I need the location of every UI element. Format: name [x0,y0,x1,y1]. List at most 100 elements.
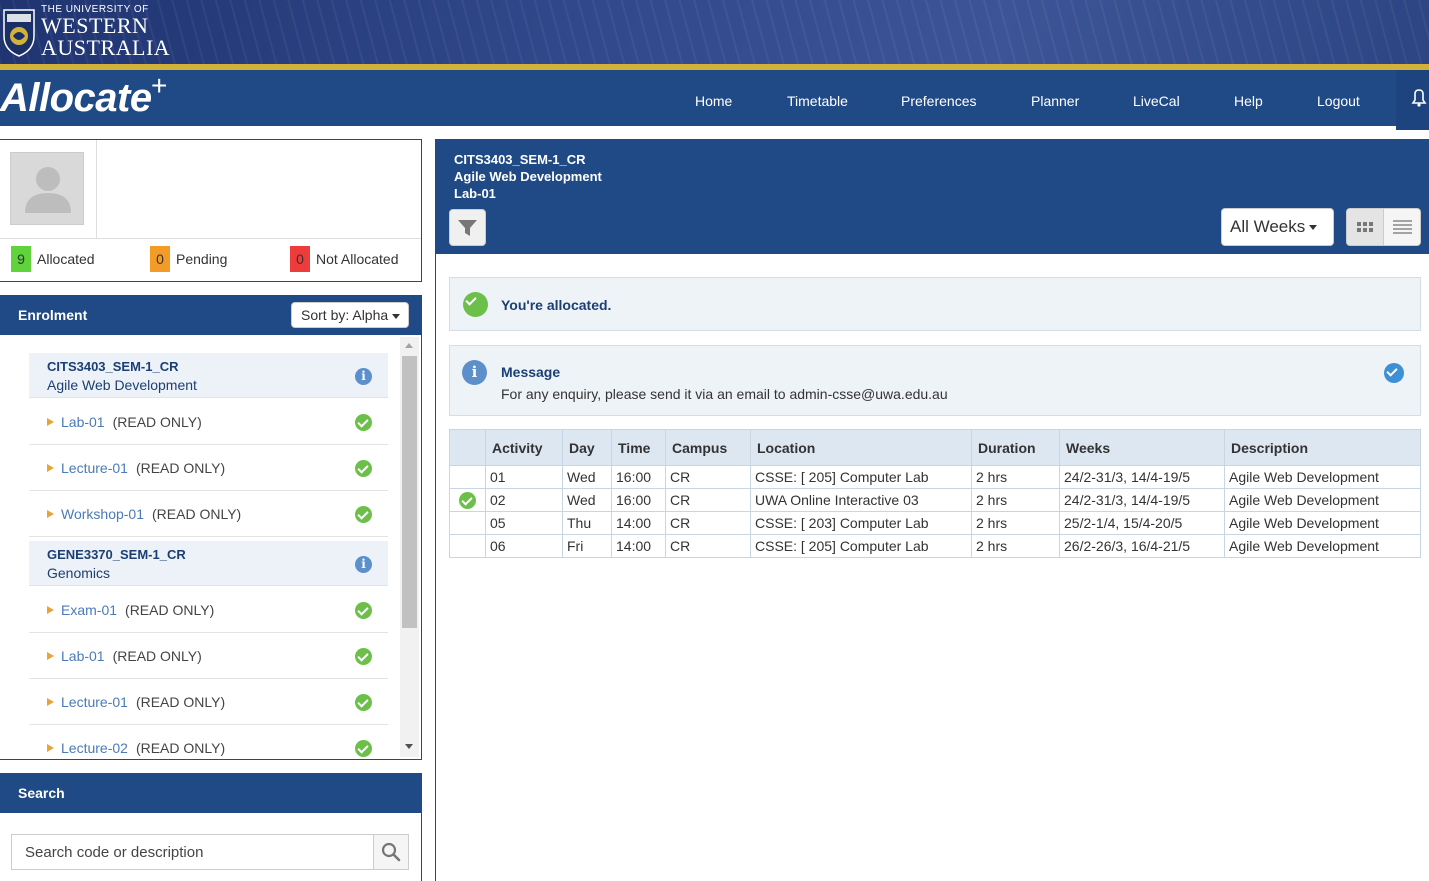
time-cell: 14:00 [611,534,666,558]
weeks-cell: 26/2-26/3, 16/4-21/5 [1059,534,1225,558]
scrollbar-thumb[interactable] [402,356,417,628]
nav-livecal[interactable]: LiveCal [1133,93,1180,109]
activity-item[interactable]: Lecture-02 (READ ONLY) [29,725,388,759]
campus-cell: CR [665,534,751,558]
caret-down-icon [1309,225,1318,231]
select-cell[interactable] [449,534,486,558]
search-input[interactable] [11,834,374,870]
message-title: Message [501,364,561,380]
filter-button[interactable] [449,209,486,246]
select-cell[interactable] [449,465,486,489]
nav-planner[interactable]: Planner [1031,93,1079,109]
duration-cell: 2 hrs [971,465,1060,489]
pending-count[interactable]: 0 Pending [150,246,227,272]
grid-view-button[interactable] [1347,209,1384,245]
campus-cell: CR [665,488,751,512]
uwa-crest-icon [3,9,35,57]
check-circle-icon [355,740,372,757]
not-allocated-badge: 0 [290,246,310,272]
activity-item[interactable]: Lab-01 (READ ONLY) [29,399,388,445]
activity-link[interactable]: Lab-01 [61,648,105,664]
info-icon[interactable]: i [355,556,372,573]
dismiss-check-icon[interactable] [1384,363,1404,383]
bell-icon [1411,89,1427,107]
course-name: Agile Web Development [47,377,197,393]
check-circle-icon [355,506,372,523]
read-only-label: (READ ONLY) [125,602,215,618]
nav-preferences[interactable]: Preferences [901,93,976,109]
triangle-right-icon [47,744,54,752]
activity-cell: 05 [485,511,563,535]
search-title: Search [18,785,65,801]
notifications-button[interactable] [1396,70,1429,130]
activity-item[interactable]: Workshop-01 (READ ONLY) [29,491,388,537]
check-circle-icon [463,292,488,317]
allocate-logo[interactable]: Allocate + [0,70,167,121]
uwa-logo-text: THE UNIVERSITY OF WESTERN AUSTRALIA [41,4,171,60]
activity-link[interactable]: Workshop-01 [61,506,144,522]
column-header[interactable]: Campus [665,429,751,466]
activity-link[interactable]: Lecture-02 [61,740,128,756]
nav-home[interactable]: Home [695,93,732,109]
list-view-button[interactable] [1384,209,1420,245]
column-header[interactable]: Description [1224,429,1421,466]
avatar [10,152,84,225]
activity-item[interactable]: Lab-01 (READ ONLY) [29,633,388,679]
activity-item[interactable]: Lecture-01 (READ ONLY) [29,445,388,491]
read-only-label: (READ ONLY) [112,414,202,430]
course-gene3370[interactable]: GENE3370_SEM-1_CR Genomics i [29,541,388,586]
column-header[interactable]: Location [750,429,972,466]
activity-link[interactable]: Lecture-01 [61,460,128,476]
activity-link[interactable]: Exam-01 [61,602,117,618]
read-only-label: (READ ONLY) [152,506,242,522]
allocated-message: You're allocated. [501,297,612,313]
allocated-count[interactable]: 9 Allocated [11,246,95,272]
activity-link[interactable]: Lecture-01 [61,694,128,710]
nav-help[interactable]: Help [1234,93,1263,109]
weeks-dropdown[interactable]: All Weeks [1221,208,1334,246]
column-header[interactable]: Activity [485,429,563,466]
detail-activity: Lab-01 [454,186,496,201]
not-allocated-label: Not Allocated [316,251,399,267]
search-button[interactable] [373,834,409,870]
info-icon[interactable]: i [355,368,372,385]
activity-link[interactable]: Lab-01 [61,414,105,430]
not-allocated-count[interactable]: 0 Not Allocated [290,246,399,272]
description-cell: Agile Web Development [1224,488,1421,512]
select-cell[interactable] [449,511,486,535]
table-row[interactable]: 06 Fri 14:00 CR CSSE: [ 205] Computer La… [449,534,1421,558]
column-header[interactable]: Time [611,429,666,466]
time-cell: 16:00 [611,465,666,489]
time-cell: 14:00 [611,511,666,535]
allocated-alert: You're allocated. [449,277,1421,331]
view-toggle [1346,208,1421,246]
course-code: GENE3370_SEM-1_CR [47,547,186,562]
read-only-label: (READ ONLY) [135,460,226,476]
activity-item[interactable]: Lecture-01 (READ ONLY) [29,679,388,725]
day-cell: Thu [562,511,612,535]
table-row[interactable]: 01 Wed 16:00 CR CSSE: [ 205] Computer La… [449,465,1421,489]
pending-badge: 0 [150,246,170,272]
read-only-label: (READ ONLY) [112,648,202,664]
triangle-right-icon [47,464,54,472]
location-cell: CSSE: [ 205] Computer Lab [750,465,972,489]
triangle-right-icon [47,418,54,426]
nav-timetable[interactable]: Timetable [787,93,848,109]
table-row[interactable]: 05 Thu 14:00 CR CSSE: [ 203] Computer La… [449,511,1421,535]
scroll-up-icon[interactable] [405,343,413,348]
activity-cell: 06 [485,534,563,558]
column-header[interactable]: Duration [971,429,1060,466]
table-row-selected[interactable]: 02 Wed 16:00 CR UWA Online Interactive 0… [449,488,1421,512]
activity-item[interactable]: Exam-01 (READ ONLY) [29,587,388,633]
column-header[interactable]: Weeks [1059,429,1225,466]
course-cits3403[interactable]: CITS3403_SEM-1_CR Agile Web Development … [29,353,388,398]
check-circle-icon [355,460,372,477]
day-cell: Wed [562,488,612,512]
column-header[interactable]: Day [562,429,612,466]
nav-logout[interactable]: Logout [1317,93,1360,109]
sort-dropdown[interactable]: Sort by: Alpha [291,302,409,328]
select-cell[interactable] [449,488,486,512]
weeks-cell: 24/2-31/3, 14/4-19/5 [1059,488,1225,512]
activity-table: Activity Day Time Campus Location Durati… [449,429,1421,558]
scroll-down-icon[interactable] [405,744,413,749]
